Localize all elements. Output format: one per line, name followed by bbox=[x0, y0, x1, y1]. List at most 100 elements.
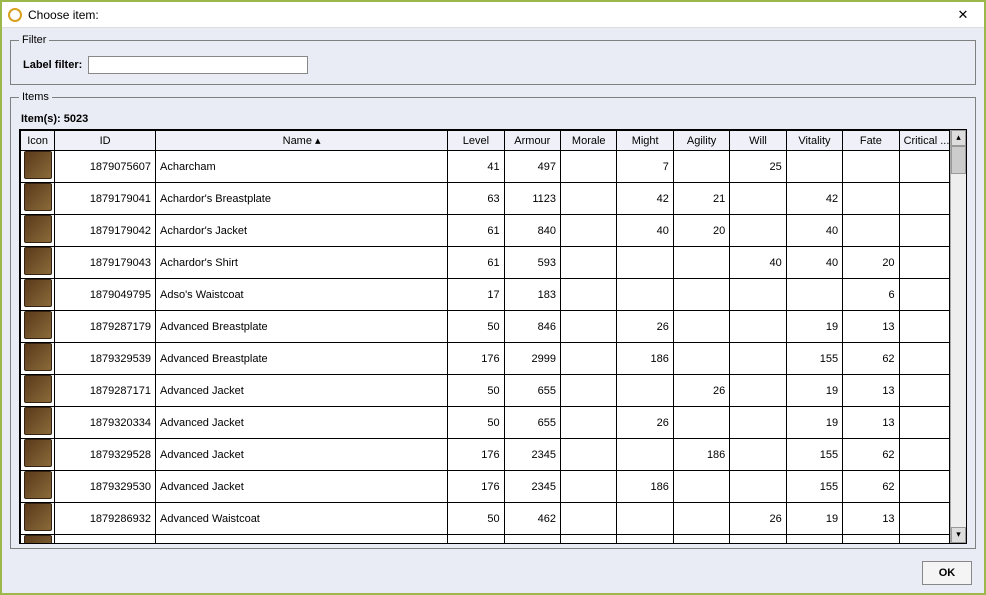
table-row[interactable]: 1879329539Advanced Breastplate1762999186… bbox=[21, 343, 950, 375]
cell-morale bbox=[561, 375, 617, 407]
scroll-thumb[interactable] bbox=[951, 146, 966, 174]
table-row[interactable]: 1879049795Adso's Waistcoat171836 bbox=[21, 279, 950, 311]
cell-critical bbox=[899, 535, 949, 544]
cell-fate bbox=[843, 215, 899, 247]
cell-vitality bbox=[786, 151, 842, 183]
scroll-down-button[interactable]: ▾ bbox=[951, 527, 966, 543]
table-row[interactable]: 1879286932Advanced Waistcoat50462261913 bbox=[21, 503, 950, 535]
col-header-might[interactable]: Might bbox=[617, 131, 673, 151]
cell-id: 1879329521 bbox=[55, 535, 156, 544]
col-header-critical-[interactable]: Critical ... bbox=[899, 131, 949, 151]
cell-level: 176 bbox=[448, 535, 504, 544]
cell-might bbox=[617, 247, 673, 279]
cell-critical bbox=[899, 471, 949, 503]
table-row[interactable]: 1879329521Advanced Waistcoat176160418615… bbox=[21, 535, 950, 544]
item-icon bbox=[24, 215, 52, 243]
cell-fate: 13 bbox=[843, 407, 899, 439]
cell-id: 1879329530 bbox=[55, 471, 156, 503]
item-icon bbox=[24, 535, 52, 543]
cell-fate: 13 bbox=[843, 311, 899, 343]
col-header-fate[interactable]: Fate bbox=[843, 131, 899, 151]
cell-agility bbox=[673, 407, 729, 439]
cell-id: 1879179042 bbox=[55, 215, 156, 247]
cell-vitality: 19 bbox=[786, 375, 842, 407]
item-icon bbox=[24, 503, 52, 531]
col-header-icon[interactable]: Icon bbox=[21, 131, 55, 151]
cell-level: 41 bbox=[448, 151, 504, 183]
cell-vitality: 19 bbox=[786, 503, 842, 535]
table-row[interactable]: 1879179043Achardor's Shirt61593404020 bbox=[21, 247, 950, 279]
cell-id: 1879179041 bbox=[55, 183, 156, 215]
col-header-vitality[interactable]: Vitality bbox=[786, 131, 842, 151]
item-icon bbox=[24, 471, 52, 499]
cell-level: 50 bbox=[448, 503, 504, 535]
cell-name: Advanced Jacket bbox=[156, 407, 448, 439]
cell-armour: 655 bbox=[504, 407, 560, 439]
filter-label: Label filter: bbox=[23, 59, 82, 71]
cell-id: 1879320334 bbox=[55, 407, 156, 439]
item-icon bbox=[24, 279, 52, 307]
cell-name: Advanced Jacket bbox=[156, 375, 448, 407]
cell-name: Advanced Waistcoat bbox=[156, 503, 448, 535]
cell-might bbox=[617, 375, 673, 407]
col-header-armour[interactable]: Armour bbox=[504, 131, 560, 151]
filter-legend: Filter bbox=[19, 34, 49, 46]
scroll-track[interactable] bbox=[951, 146, 966, 527]
cell-might: 186 bbox=[617, 471, 673, 503]
item-icon-cell bbox=[21, 215, 55, 247]
items-table: IconIDNameLevelArmourMoraleMightAgilityW… bbox=[20, 130, 950, 543]
item-icon-cell bbox=[21, 279, 55, 311]
cell-morale bbox=[561, 279, 617, 311]
cell-might bbox=[617, 535, 673, 544]
cell-will bbox=[730, 279, 786, 311]
table-row[interactable]: 1879287171Advanced Jacket50655261913 bbox=[21, 375, 950, 407]
cell-armour: 1604 bbox=[504, 535, 560, 544]
cell-name: Advanced Breastplate bbox=[156, 343, 448, 375]
cell-vitality: 155 bbox=[786, 343, 842, 375]
table-row[interactable]: 1879179041Achardor's Breastplate63112342… bbox=[21, 183, 950, 215]
cell-level: 50 bbox=[448, 407, 504, 439]
cell-name: Achardor's Breastplate bbox=[156, 183, 448, 215]
cell-morale bbox=[561, 215, 617, 247]
cell-might bbox=[617, 279, 673, 311]
table-row[interactable]: 1879329528Advanced Jacket176234518615562 bbox=[21, 439, 950, 471]
col-header-level[interactable]: Level bbox=[448, 131, 504, 151]
cell-armour: 846 bbox=[504, 311, 560, 343]
col-header-id[interactable]: ID bbox=[55, 131, 156, 151]
vertical-scrollbar[interactable]: ▴ ▾ bbox=[950, 130, 966, 543]
item-icon-cell bbox=[21, 151, 55, 183]
cell-will bbox=[730, 439, 786, 471]
table-row[interactable]: 1879287179Advanced Breastplate5084626191… bbox=[21, 311, 950, 343]
table-row[interactable]: 1879075607Acharcham41497725 bbox=[21, 151, 950, 183]
scroll-up-button[interactable]: ▴ bbox=[951, 130, 966, 146]
footer: OK bbox=[10, 555, 976, 587]
cell-critical bbox=[899, 311, 949, 343]
cell-agility bbox=[673, 151, 729, 183]
item-icon bbox=[24, 151, 52, 179]
cell-might: 26 bbox=[617, 311, 673, 343]
col-header-will[interactable]: Will bbox=[730, 131, 786, 151]
table-row[interactable]: 1879179042Achardor's Jacket61840402040 bbox=[21, 215, 950, 247]
cell-id: 1879286932 bbox=[55, 503, 156, 535]
table-row[interactable]: 1879320334Advanced Jacket50655261913 bbox=[21, 407, 950, 439]
cell-vitality: 42 bbox=[786, 183, 842, 215]
col-header-agility[interactable]: Agility bbox=[673, 131, 729, 151]
cell-id: 1879049795 bbox=[55, 279, 156, 311]
item-icon-cell bbox=[21, 471, 55, 503]
cell-vitality: 40 bbox=[786, 247, 842, 279]
close-button[interactable]: ✕ bbox=[948, 4, 978, 26]
cell-will bbox=[730, 311, 786, 343]
col-header-name[interactable]: Name bbox=[156, 131, 448, 151]
col-header-morale[interactable]: Morale bbox=[561, 131, 617, 151]
cell-armour: 655 bbox=[504, 375, 560, 407]
cell-fate bbox=[843, 151, 899, 183]
table-row[interactable]: 1879329530Advanced Jacket176234518615562 bbox=[21, 471, 950, 503]
label-filter-input[interactable] bbox=[88, 56, 308, 74]
items-legend: Items bbox=[19, 91, 52, 103]
cell-level: 176 bbox=[448, 343, 504, 375]
cell-name: Adso's Waistcoat bbox=[156, 279, 448, 311]
cell-agility: 186 bbox=[673, 439, 729, 471]
cell-will bbox=[730, 343, 786, 375]
cell-morale bbox=[561, 343, 617, 375]
ok-button[interactable]: OK bbox=[922, 561, 972, 585]
